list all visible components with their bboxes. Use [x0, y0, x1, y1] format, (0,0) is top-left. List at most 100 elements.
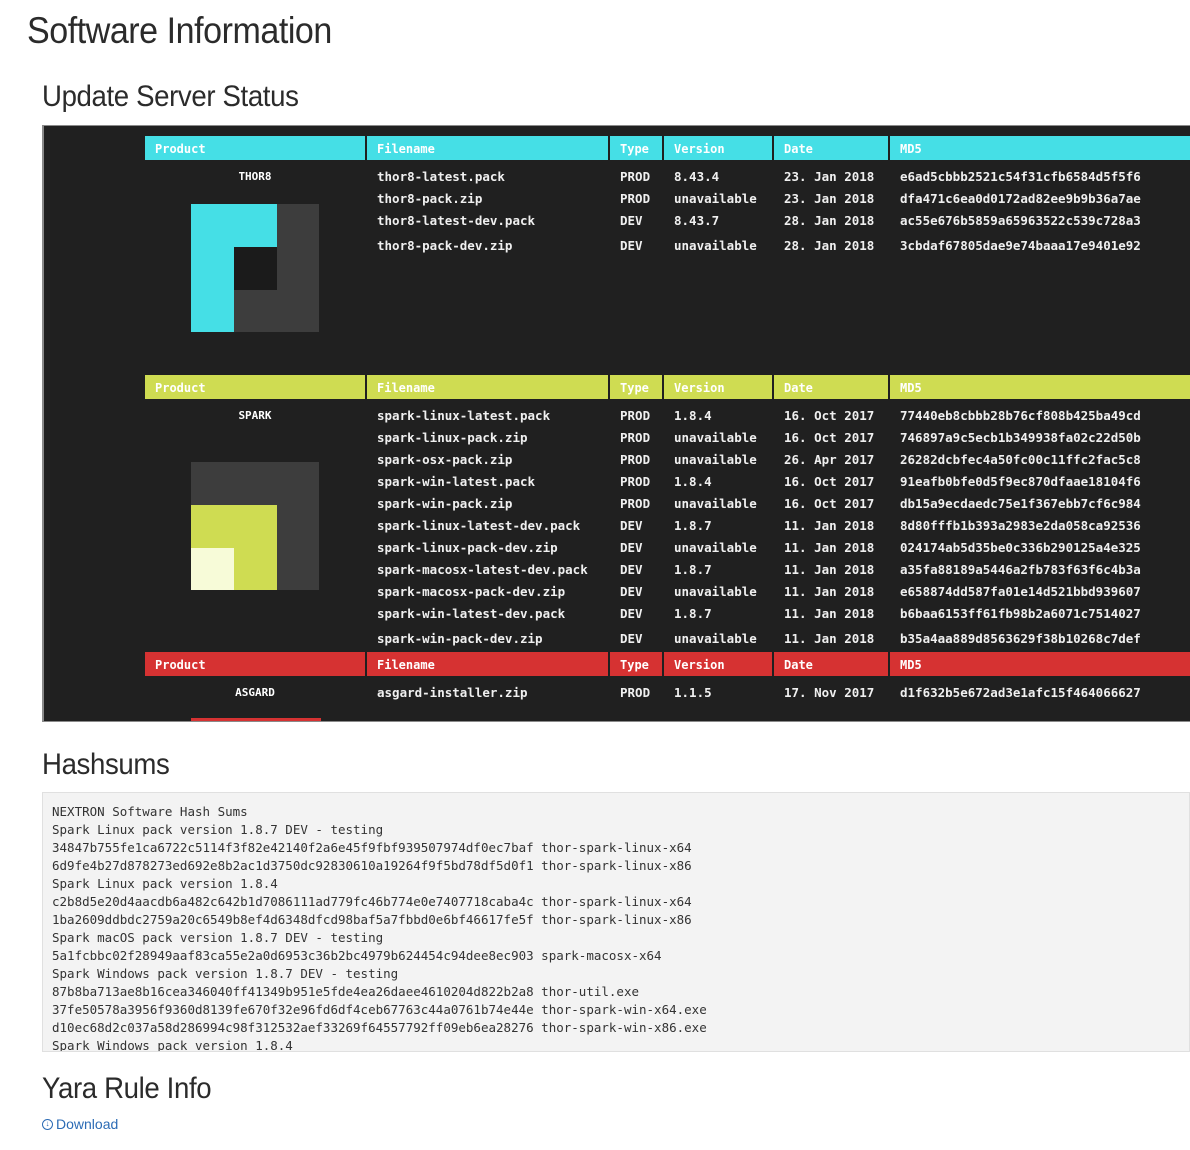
- table-row[interactable]: spark-win-latest-dev.pack DEV 1.8.7 11. Jan…: [145, 603, 1190, 625]
- yara-download-link[interactable]: ↓ Download: [42, 1116, 118, 1132]
- column-header-md5: MD5: [890, 652, 1190, 676]
- type-cell: DEV: [620, 238, 643, 253]
- filename-cell[interactable]: thor8-pack.zip: [367, 188, 608, 210]
- filename-cell[interactable]: asgard-installer.zip: [367, 682, 608, 704]
- md5-cell: 746897a9c5ecb1b349938fa02c22d50b: [900, 430, 1141, 445]
- type-cell: PROD: [620, 408, 651, 423]
- column-header-date: Date: [774, 375, 888, 399]
- column-header-filename: Filename: [367, 652, 608, 676]
- version-cell: unavailable: [674, 540, 757, 555]
- date-cell: 16. Oct 2017: [784, 408, 875, 423]
- filename-cell[interactable]: spark-linux-latest.pack: [367, 405, 608, 427]
- version-cell: 1.8.7: [674, 518, 712, 533]
- filename-cell[interactable]: thor8-latest-dev.pack: [367, 210, 608, 232]
- filename-cell[interactable]: spark-macosx-pack-dev.zip: [367, 581, 608, 603]
- filename-cell[interactable]: spark-win-latest.pack: [367, 471, 608, 493]
- version-cell: unavailable: [674, 238, 757, 253]
- version-cell: 8.43.7: [674, 213, 720, 228]
- hashsums-title: Hashsums: [42, 748, 170, 781]
- md5-cell: 024174ab5d35be0c336b290125a4e325: [900, 540, 1141, 555]
- yara-rule-info-title: Yara Rule Info: [42, 1072, 212, 1105]
- update-server-status-panel[interactable]: Product Filename Type Version Date MD5 THOR8 th…: [42, 125, 1190, 722]
- column-header-type: Type: [610, 652, 662, 676]
- md5-cell: 77440eb8cbbb28b76cf808b425ba49cd: [900, 408, 1141, 423]
- filename-cell[interactable]: spark-win-pack-dev.zip: [367, 628, 608, 650]
- column-header-product: Product: [145, 652, 365, 676]
- md5-cell: b35a4aa889d8563629f38b10268c7def: [900, 631, 1141, 646]
- table-header: Product Filename Type Version Date MD5: [145, 136, 1190, 160]
- type-cell: PROD: [620, 452, 651, 467]
- filename-cell[interactable]: spark-win-latest-dev.pack: [367, 603, 608, 625]
- date-cell: 11. Jan 2018: [784, 562, 875, 577]
- version-cell: unavailable: [674, 584, 757, 599]
- version-cell: 1.8.7: [674, 562, 712, 577]
- version-cell: unavailable: [674, 191, 757, 206]
- type-cell: PROD: [620, 685, 651, 700]
- type-cell: DEV: [620, 606, 643, 621]
- update-server-status-title: Update Server Status: [42, 80, 299, 113]
- version-cell: 1.8.4: [674, 474, 712, 489]
- date-cell: 23. Jan 2018: [784, 169, 875, 184]
- type-cell: DEV: [620, 631, 643, 646]
- filename-cell[interactable]: thor8-latest.pack: [367, 166, 608, 188]
- filename-cell[interactable]: spark-win-pack.zip: [367, 493, 608, 515]
- md5-cell: db15a9ecdaedc75e1f367ebb7cf6c984: [900, 496, 1141, 511]
- type-cell: PROD: [620, 496, 651, 511]
- date-cell: 26. Apr 2017: [784, 452, 875, 467]
- column-header-filename: Filename: [367, 375, 608, 399]
- version-cell: unavailable: [674, 631, 757, 646]
- hashsums-box[interactable]: NEXTRON Software Hash Sums Spark Linux p…: [42, 792, 1190, 1052]
- filename-cell[interactable]: thor8-pack-dev.zip: [367, 235, 608, 257]
- md5-cell: e658874dd587fa01e14d521bbd939607: [900, 584, 1141, 599]
- asgard-logo-icon: [191, 718, 321, 721]
- column-header-version: Version: [664, 375, 772, 399]
- date-cell: 11. Jan 2018: [784, 606, 875, 621]
- date-cell: 11. Jan 2018: [784, 540, 875, 555]
- md5-cell: 26282dcbfec4a50fc00c11ffc2fac5c8: [900, 452, 1141, 467]
- table-header: Product Filename Type Version Date MD5: [145, 375, 1190, 399]
- column-header-date: Date: [774, 652, 888, 676]
- column-header-date: Date: [774, 136, 888, 160]
- filename-cell[interactable]: spark-osx-pack.zip: [367, 449, 608, 471]
- thor-logo-icon: [191, 204, 319, 332]
- type-cell: PROD: [620, 430, 651, 445]
- date-cell: 23. Jan 2018: [784, 191, 875, 206]
- md5-cell: 8d80fffb1b393a2983e2da058ca92536: [900, 518, 1141, 533]
- md5-cell: b6baa6153ff61fb98b2a6071c7514027: [900, 606, 1141, 621]
- column-header-filename: Filename: [367, 136, 608, 160]
- type-cell: PROD: [620, 474, 651, 489]
- date-cell: 28. Jan 2018: [784, 238, 875, 253]
- filename-cell[interactable]: spark-linux-latest-dev.pack: [367, 515, 608, 537]
- type-cell: DEV: [620, 540, 643, 555]
- filename-cell[interactable]: spark-macosx-latest-dev.pack: [367, 559, 608, 581]
- type-cell: DEV: [620, 518, 643, 533]
- filename-cell[interactable]: spark-linux-pack-dev.zip: [367, 537, 608, 559]
- version-cell: 1.1.5: [674, 685, 712, 700]
- hashsums-text: NEXTRON Software Hash Sums Spark Linux p…: [52, 804, 707, 1052]
- table-row[interactable]: spark-linux-pack.zip PROD unavailable 16. O…: [145, 427, 1190, 449]
- table-row[interactable]: spark-linux-latest.pack PROD 1.8.4 16. Oct …: [145, 405, 1190, 427]
- version-cell: unavailable: [674, 430, 757, 445]
- column-header-type: Type: [610, 136, 662, 160]
- spark-logo-icon: [191, 462, 319, 590]
- filename-cell[interactable]: spark-linux-pack.zip: [367, 427, 608, 449]
- column-header-md5: MD5: [890, 375, 1190, 399]
- download-circle-icon: ↓: [42, 1118, 53, 1130]
- date-cell: 11. Jan 2018: [784, 584, 875, 599]
- table-row[interactable]: asgard-installer.zip PROD 1.1.5 17. Nov 201…: [145, 682, 1190, 704]
- md5-cell: e6ad5cbbb2521c54f31cfb6584d5f5f6: [900, 169, 1141, 184]
- column-header-product: Product: [145, 375, 365, 399]
- md5-cell: a35fa88189a5446a2fb783f63f6c4b3a: [900, 562, 1141, 577]
- md5-cell: ac55e676b5859a65963522c539c728a3: [900, 213, 1141, 228]
- md5-cell: dfa471c6ea0d0172ad82ee9b9b36a7ae: [900, 191, 1141, 206]
- table-row[interactable]: thor8-latest.pack PROD 8.43.4 23. Jan 2018 e…: [145, 166, 1190, 188]
- table-row[interactable]: spark-win-pack-dev.zip DEV unavailable 11. …: [145, 628, 1190, 650]
- download-label: Download: [56, 1116, 119, 1132]
- type-cell: DEV: [620, 562, 643, 577]
- date-cell: 16. Oct 2017: [784, 496, 875, 511]
- md5-cell: 91eafb0bfe0d5f9ec870dfaae18104f6: [900, 474, 1141, 489]
- type-cell: PROD: [620, 169, 651, 184]
- version-cell: 8.43.4: [674, 169, 720, 184]
- date-cell: 11. Jan 2018: [784, 631, 875, 646]
- date-cell: 16. Oct 2017: [784, 474, 875, 489]
